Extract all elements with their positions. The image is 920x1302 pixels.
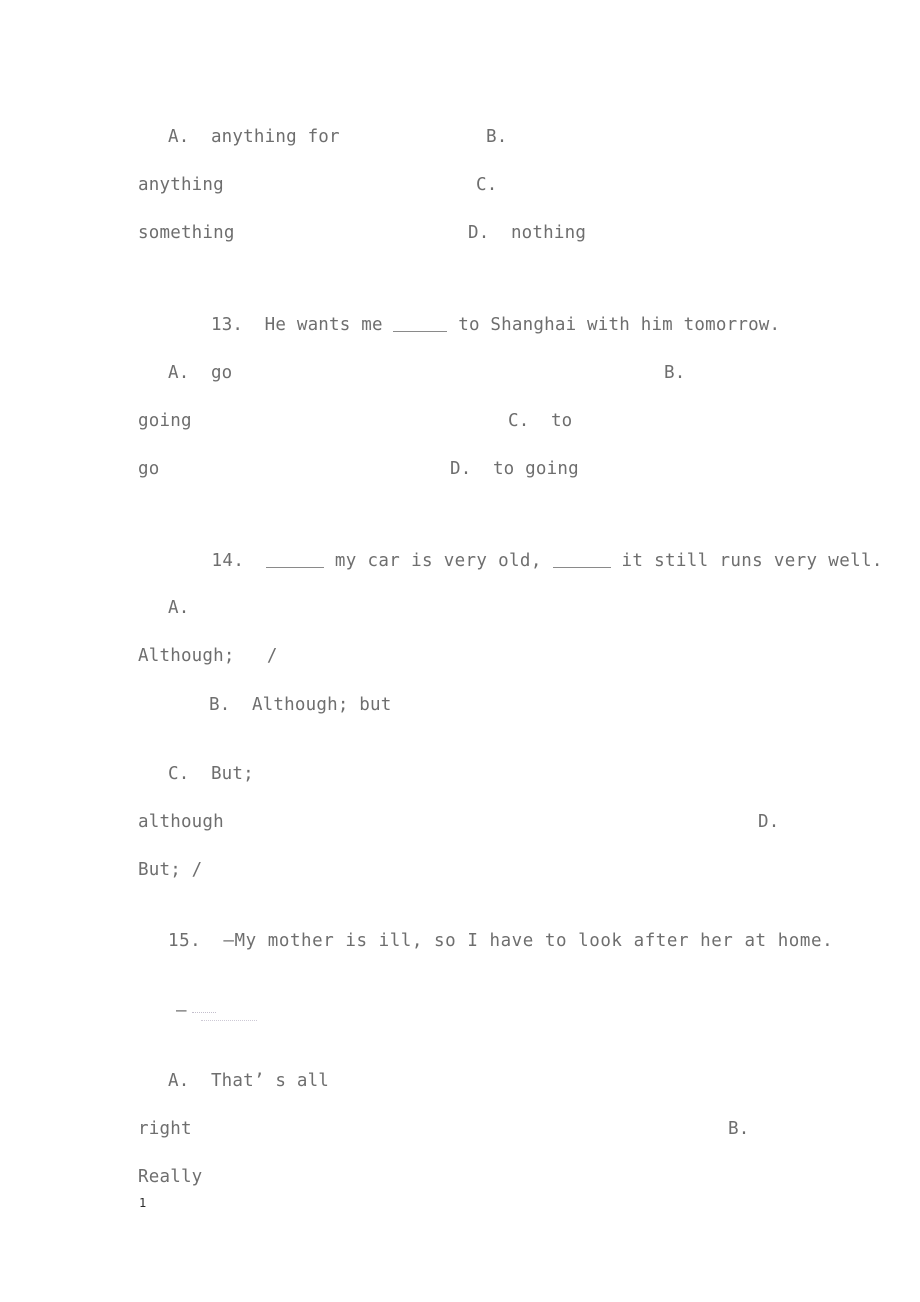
q14-option-a-marker: A. [168, 598, 190, 618]
q15-option-b-text: Really [138, 1167, 203, 1187]
q14-option-c-text: although [138, 812, 224, 832]
q15-option-a-text: A. That’ s all [168, 1071, 330, 1091]
q15-answer-dash: — [176, 1001, 187, 1021]
q15-answer-rule-secondary [201, 1020, 257, 1021]
q14-option-b: B. Although; but [209, 695, 392, 715]
q14-option-c-marker: C. But; [168, 764, 254, 784]
q15-option-b-marker: B. [728, 1119, 750, 1139]
q12-option-d: D. nothing [468, 223, 587, 243]
document-page: A. anything for B. anything C. something… [0, 0, 920, 1302]
q14-stem: 14. my car is very old, it still runs ve… [168, 528, 883, 594]
q13-stem: 13. He wants me to Shanghai with him tom… [168, 292, 780, 358]
q13-option-c-text: go [138, 459, 160, 479]
q13-answer-blank [393, 331, 448, 332]
q14-option-d-marker: D. [758, 812, 780, 832]
q15-answer-rule-primary [192, 1012, 216, 1013]
q13-option-d: D. to going [450, 459, 579, 479]
q15-stem: 15. —My mother is ill, so I have to look… [168, 931, 834, 951]
q13-option-b-text: going [138, 411, 192, 431]
q12-option-b-text: anything [138, 175, 224, 195]
q14-stem-end: it still runs very well. [610, 551, 883, 571]
q12-option-b-marker: B. [486, 127, 508, 147]
q13-stem-after: to Shanghai with him tomorrow. [447, 315, 781, 335]
q13-option-c: C. to [508, 411, 573, 431]
q14-stem-middle: my car is very old, [323, 551, 553, 571]
q14-stem-number: 14. [211, 551, 266, 571]
q13-stem-before: 13. He wants me [210, 315, 394, 335]
q14-option-a-text: Although; / [138, 646, 278, 666]
q12-option-c-marker: C. [476, 175, 498, 195]
page-number: 1 [139, 1196, 147, 1210]
q13-option-b-marker: B. [664, 363, 686, 383]
q12-option-a-text: A. anything for [168, 127, 340, 147]
q14-answer-blank-2 [552, 567, 611, 568]
q13-option-a-text: A. go [168, 363, 233, 383]
q14-option-d-text: But; / [138, 860, 203, 880]
q12-option-c-text: something [138, 223, 235, 243]
q15-option-a-text-cont: right [138, 1119, 192, 1139]
q14-answer-blank-1 [265, 567, 324, 568]
